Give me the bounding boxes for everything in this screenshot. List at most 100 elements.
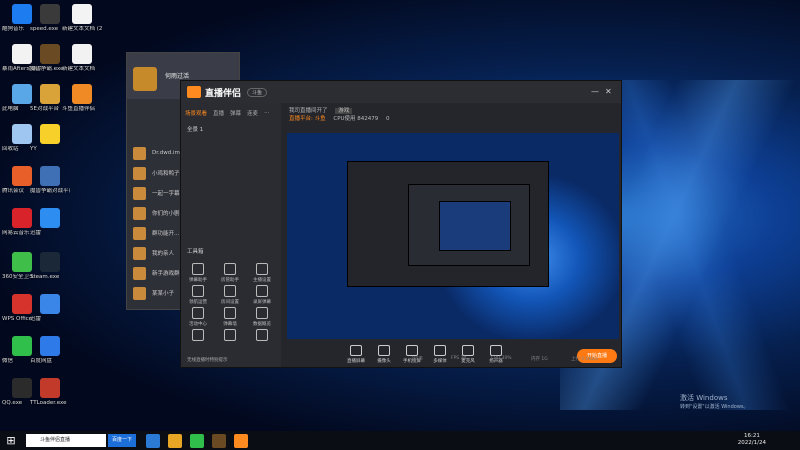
stage-info: 我司直播间开了 游戏 直播平台: 斗鱼 CPU使用 842479 0 <box>285 103 621 135</box>
live-preview[interactable] <box>287 133 619 339</box>
file-explorer-icon[interactable] <box>168 433 182 448</box>
source-label: 摄像头 <box>377 359 391 364</box>
list-item-label: 新手游戏群 <box>152 271 180 277</box>
list-item-label: 群功能开... <box>152 231 180 237</box>
avatar <box>133 266 146 280</box>
desktop-icon[interactable]: YY <box>30 124 70 162</box>
source-button[interactable]: 扬声器 <box>485 345 507 364</box>
tool-button[interactable] <box>185 329 211 343</box>
app-icon <box>12 44 32 64</box>
desktop-icon[interactable]: 百度网盘 <box>30 336 70 374</box>
app-icon <box>40 378 60 398</box>
list-item-label: 某某小子 <box>152 291 175 297</box>
tab[interactable]: ... <box>264 109 269 117</box>
tool-icon <box>256 263 268 275</box>
notice-text: 无线直播时特别提示 <box>187 358 228 363</box>
source-icon <box>378 345 390 356</box>
desktop-icon-label: 斗鱼直播伴侣 <box>62 106 96 112</box>
app-icon <box>12 378 32 398</box>
source-button[interactable]: 麦克风 <box>457 345 479 364</box>
source-button[interactable]: 直播屏幕 <box>345 345 367 364</box>
left-panel: 场景观看 直播 弹幕 连麦... 全景 1 工具箱 弹幕助手 房管助手 主播设置 领航运营 房… <box>181 103 281 367</box>
source-icon <box>490 345 502 356</box>
tool-icon <box>256 329 268 341</box>
tool-button[interactable]: 房间设置 <box>217 285 243 305</box>
desktop-icon[interactable]: 斗鱼直播伴侣 <box>62 84 102 122</box>
tool-button[interactable]: 领航运营 <box>185 285 211 305</box>
desktop-icon-label: TTLoader.exe <box>30 400 67 406</box>
tab[interactable]: 连麦 <box>247 109 258 117</box>
system-clock[interactable]: 16:21 2022/1/24 <box>738 433 766 447</box>
app-logo: 直播伴侣 <box>187 86 241 99</box>
tool-button[interactable]: 弹幕助手 <box>185 263 211 283</box>
warcraft-icon[interactable] <box>212 433 226 448</box>
avatar[interactable] <box>133 67 157 91</box>
app-icon <box>12 4 32 24</box>
desktop-icon[interactable]: 迅雷 <box>30 208 70 246</box>
windows-start-icon[interactable]: ⊞ <box>4 434 18 448</box>
clock-time: 16:21 <box>743 433 760 439</box>
app-icon <box>12 294 32 314</box>
tab[interactable]: 直播 <box>213 109 224 117</box>
stage-area: 我司直播间开了 游戏 直播平台: 斗鱼 CPU使用 842479 0 直播屏幕 摄… <box>285 103 621 367</box>
tab[interactable]: 弹幕 <box>230 109 241 117</box>
source-button[interactable]: 多媒体 <box>429 345 451 364</box>
wechat-icon[interactable] <box>190 433 204 448</box>
desktop-icon-label: 迅雷 <box>30 316 42 322</box>
tab[interactable]: 场景观看 <box>185 109 207 117</box>
desktop-icon[interactable]: Steam.exe <box>30 252 70 290</box>
app-icon <box>40 294 60 314</box>
tool-label: 弹幕墙 <box>223 322 237 327</box>
desktop-icon[interactable]: 魔兽争霸对战平台 <box>30 166 70 204</box>
search-input[interactable]: 斗鱼伴侣直播 百度一下 <box>26 434 136 447</box>
status-item: 上行 0.0Kb/s <box>571 357 599 362</box>
clock-date: 2022/1/24 <box>737 440 766 446</box>
close-icon[interactable]: ✕ <box>605 87 612 96</box>
avatar <box>133 206 146 220</box>
search-go-button[interactable]: 百度一下 <box>108 434 136 447</box>
source-icon <box>434 345 446 356</box>
douyu-companion-icon[interactable] <box>234 433 248 448</box>
desktop-icon-label: 新建文本文档 (2) <box>62 26 102 32</box>
tool-button[interactable] <box>249 329 275 343</box>
source-icon <box>462 345 474 356</box>
category-tag[interactable]: 游戏 <box>335 108 353 114</box>
tool-icon <box>224 263 236 275</box>
search-text: 斗鱼伴侣直播 <box>40 437 71 443</box>
tool-icon <box>256 307 268 319</box>
watermark-title: 激活 Windows <box>680 394 728 402</box>
app-icon <box>12 208 32 228</box>
tool-button[interactable]: 数据概览 <box>249 307 275 327</box>
app-icon <box>72 84 92 104</box>
tool-button[interactable]: 主播设置 <box>249 263 275 283</box>
tool-icon <box>224 285 236 297</box>
app-icon <box>40 166 60 186</box>
avatar <box>133 146 146 160</box>
desktop-icon[interactable]: TTLoader.exe <box>30 378 70 416</box>
source-icon <box>406 345 418 356</box>
platform-badge[interactable]: 斗鱼 <box>247 87 268 97</box>
tool-button[interactable] <box>217 329 243 343</box>
source-button[interactable]: 摄像头 <box>373 345 395 364</box>
edge-icon[interactable] <box>146 433 160 448</box>
status-item: 内存 1G <box>531 357 548 362</box>
minimize-icon[interactable]: — <box>591 87 599 96</box>
desktop-icon[interactable]: 新建文本文档 <box>62 44 102 82</box>
desktop-icon[interactable]: 迅雷 <box>30 294 70 332</box>
status-item: CPU 30% <box>491 356 512 361</box>
app-icon <box>40 44 60 64</box>
tool-icon <box>192 307 204 319</box>
desktop-icon-label: 新建文本文档 <box>62 66 96 72</box>
tool-label: 房间设置 <box>221 300 239 305</box>
tool-button[interactable]: 录屏弹幕 <box>249 285 275 305</box>
app-icon <box>40 336 60 356</box>
desktop-icon[interactable]: 新建文本文档 (2) <box>62 4 102 42</box>
app-window: 直播伴侣 斗鱼 — ✕ 场景观看 直播 弹幕 连麦... 全景 1 工具箱 弹幕助手房… <box>180 80 622 368</box>
tool-button[interactable]: 活动中心 <box>185 307 211 327</box>
tool-icon <box>192 285 204 297</box>
desktop-icon-label: Steam.exe <box>30 274 60 280</box>
list-item-label: 小鸡和鸭子 <box>152 171 180 177</box>
tool-button[interactable]: 弹幕墙 <box>217 307 243 327</box>
source-icon <box>350 345 362 356</box>
tool-button[interactable]: 房管助手 <box>217 263 243 283</box>
